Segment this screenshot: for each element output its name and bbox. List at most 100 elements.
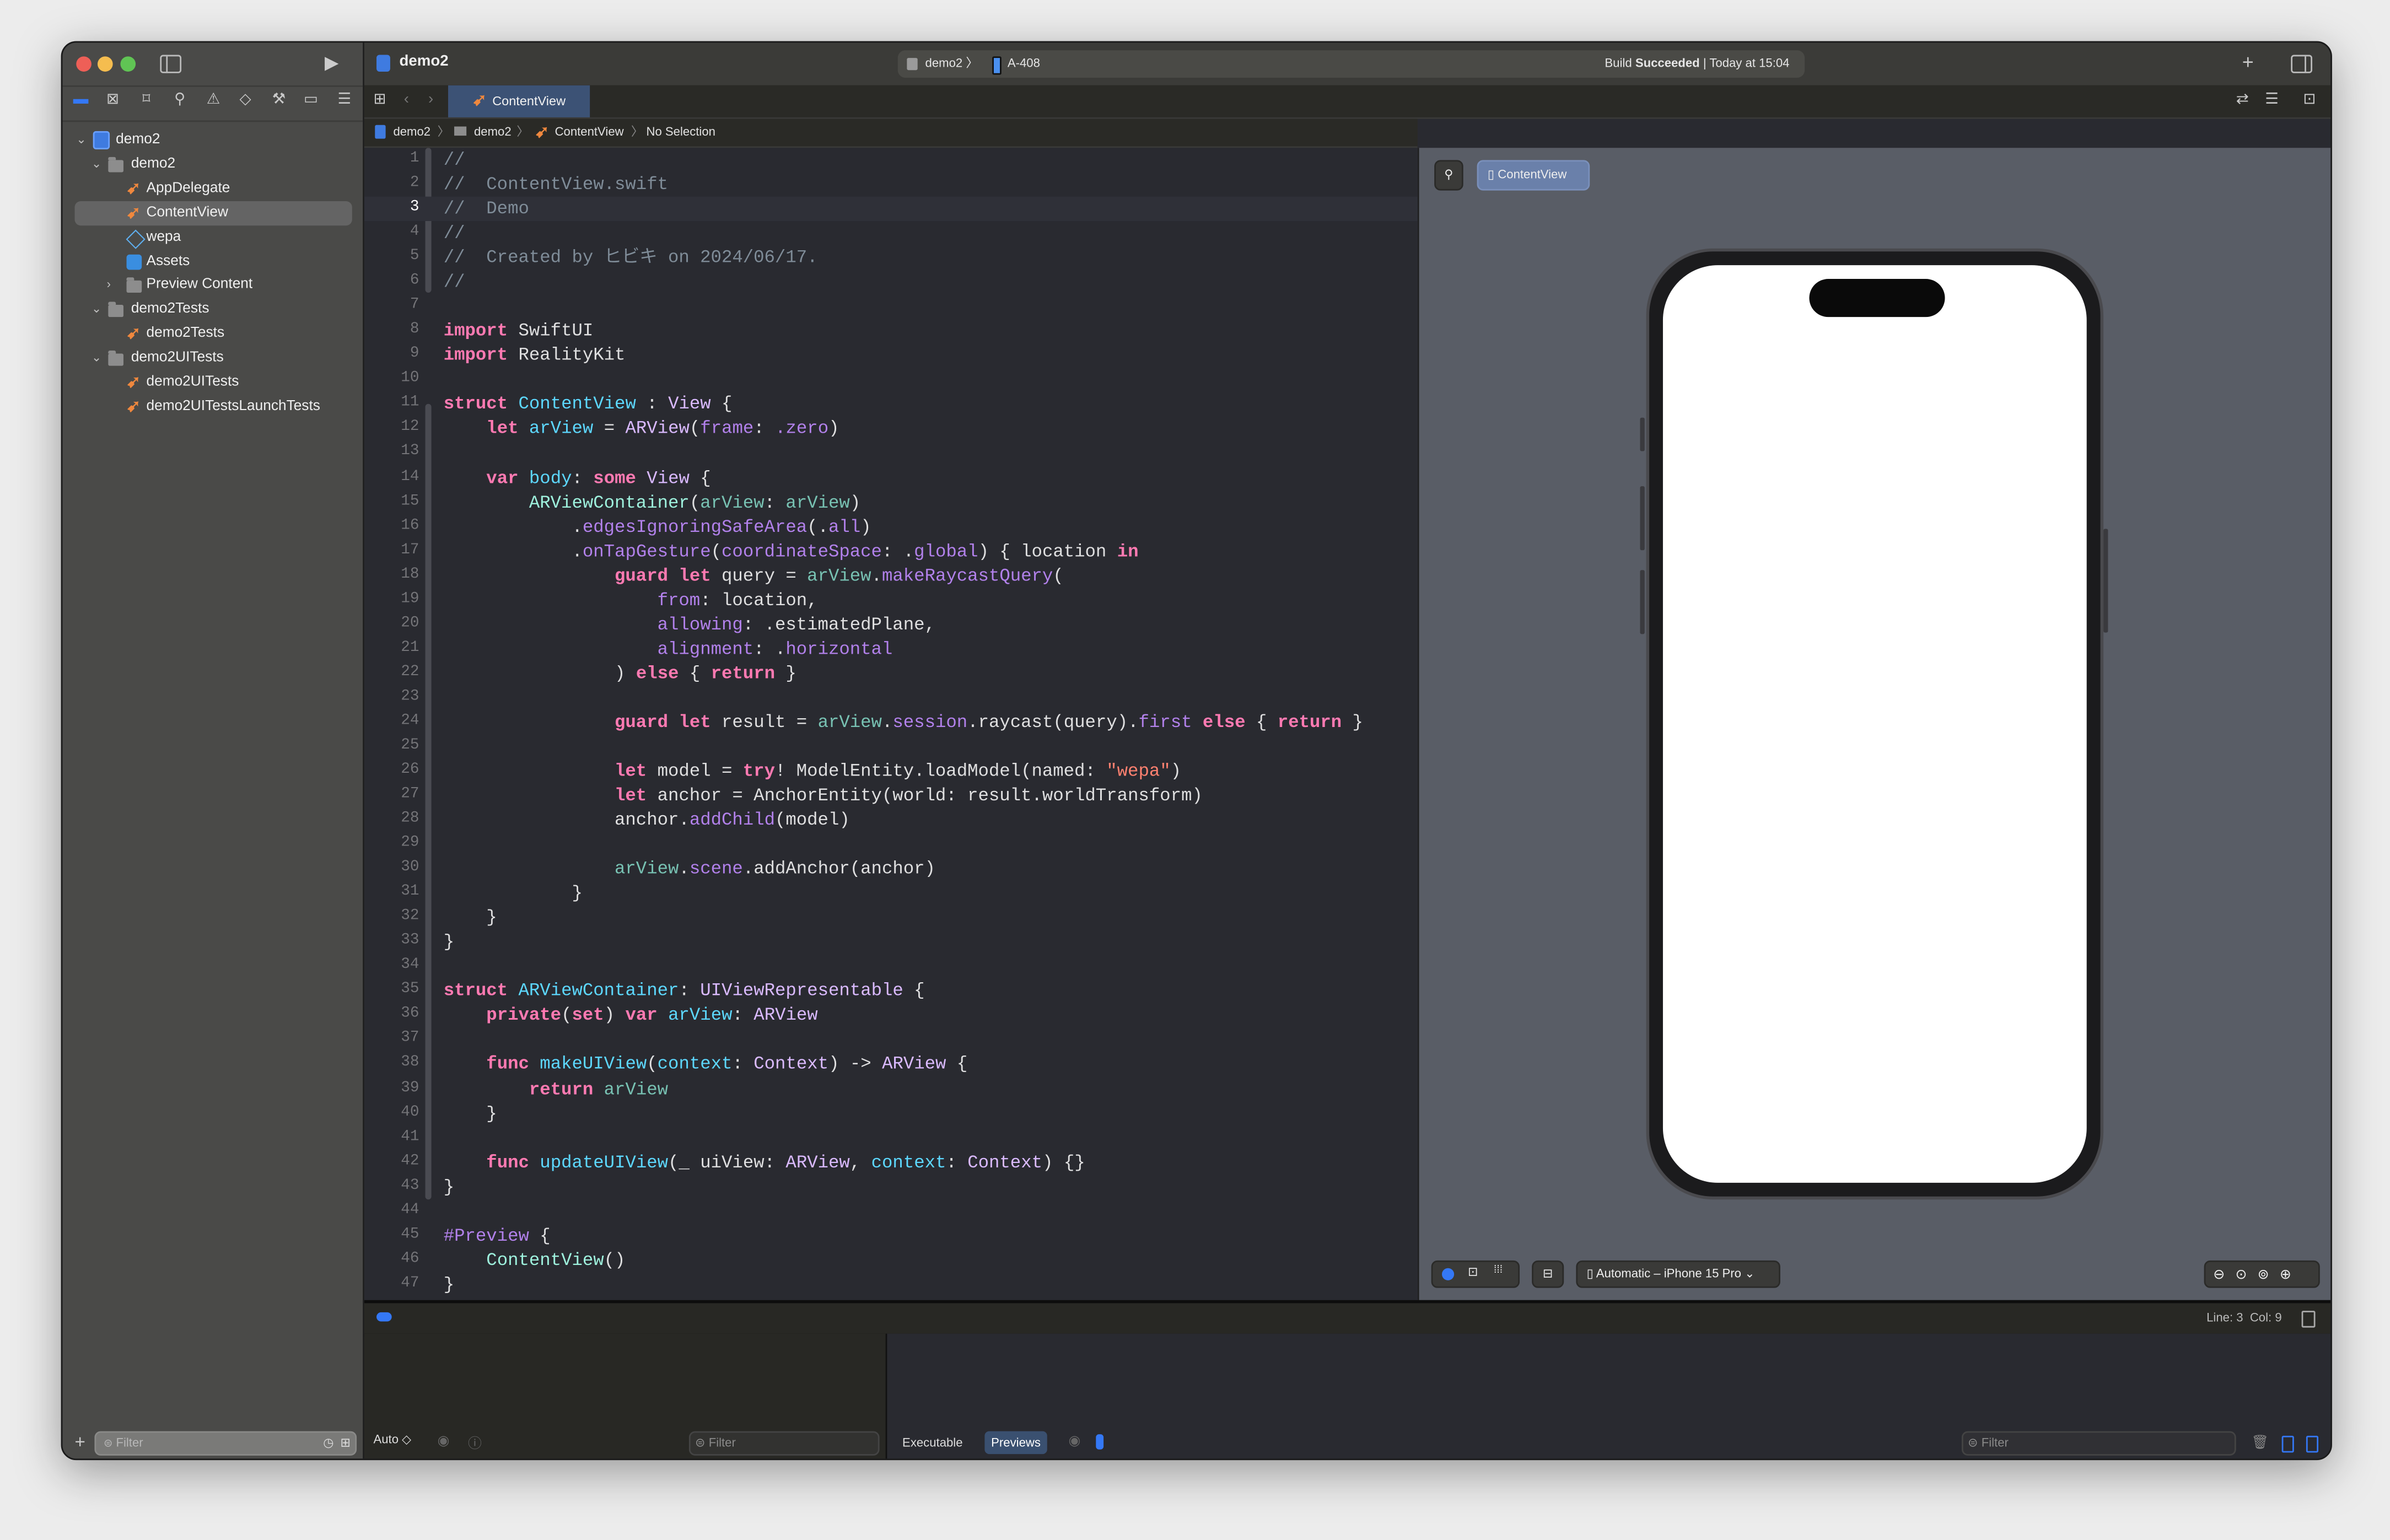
zoom-to-fit-icon[interactable]: ⊚: [2258, 1267, 2280, 1282]
warning-icon[interactable]: ⚠: [204, 91, 223, 110]
code-token: horizontal: [785, 638, 893, 660]
pinned-preview-icon[interactable]: [1096, 1434, 1104, 1450]
report-icon[interactable]: ☰: [335, 91, 353, 110]
editor-tab-bar: ⊞ ‹ › ➹ ContentView ⇄ ☰ ⊡: [364, 85, 2331, 119]
code-token: ): [849, 491, 861, 513]
chevron-down-icon[interactable]: ⌄: [76, 128, 87, 152]
navigator-item[interactable]: Assets: [62, 249, 363, 273]
forward-icon[interactable]: ›: [428, 91, 433, 110]
code-line: 23: [364, 686, 1418, 710]
usdz-icon: [126, 229, 146, 249]
code-token: }: [443, 907, 497, 929]
preview-chip-contentview[interactable]: ▯ ContentView: [1477, 160, 1590, 191]
breadcrumb-item[interactable]: demo2: [474, 119, 512, 147]
code-token: (: [689, 418, 701, 440]
xcode-window: ▶ ▬ ⊠ ⌑ ⚲ ⚠ ◇ ⚒ ▭ ☰ ⌄ demo2 ⌄ demo2 ➹ AppDelegate ➹ Con…: [61, 41, 2332, 1461]
tab-contentview[interactable]: ➹ ContentView: [448, 85, 590, 117]
add-library-icon[interactable]: +: [2242, 52, 2254, 72]
navigator-item[interactable]: ⌄ demo2: [62, 152, 363, 176]
tab-executable[interactable]: Executable: [902, 1436, 962, 1450]
tab-previews[interactable]: Previews: [984, 1431, 1047, 1455]
breadcrumb-item[interactable]: ContentView: [555, 119, 624, 147]
add-editor-icon[interactable]: ⊡: [2303, 91, 2316, 110]
code-line: 29: [364, 832, 1418, 857]
navigator-item[interactable]: ➹ demo2UITests: [62, 370, 363, 395]
debug-area-toggle-icon[interactable]: [2301, 1311, 2316, 1328]
add-icon[interactable]: +: [74, 1433, 85, 1451]
search-icon[interactable]: ⚲: [171, 91, 189, 110]
chevron-down-icon[interactable]: ⌄: [91, 298, 102, 322]
code-token: ARViewContainer: [529, 491, 690, 513]
code-token: .addAnchor(anchor): [742, 858, 935, 880]
inspector-toggle-icon[interactable]: [2291, 55, 2312, 73]
zoom-in-icon[interactable]: ⊕: [2280, 1267, 2302, 1282]
recent-files-icon[interactable]: ◷: [323, 1433, 333, 1454]
chevron-right-icon[interactable]: ›: [107, 273, 111, 298]
scheme-selector[interactable]: demo2 〉: [925, 50, 978, 78]
folder-icon[interactable]: ▬: [72, 91, 90, 110]
test-icon[interactable]: ◇: [236, 91, 255, 110]
variables-mode-selector[interactable]: Auto ◇: [373, 1433, 411, 1446]
console-filter-input[interactable]: ⊜ Filter: [1961, 1431, 2236, 1456]
source-control-filter-icon[interactable]: ⊞: [340, 1433, 351, 1454]
selectable-mode-icon[interactable]: ⊡: [1468, 1265, 1478, 1279]
code-text: allowing: .estimatedPlane,: [444, 612, 935, 637]
pin-preview-button[interactable]: ⚲: [1434, 160, 1463, 191]
navigator-item[interactable]: ⌄ demo2UITests: [62, 346, 363, 370]
sidebar-toggle-icon[interactable]: [160, 55, 182, 73]
minimize-window-button[interactable]: [97, 56, 113, 72]
back-icon[interactable]: ‹: [404, 91, 409, 110]
source-control-icon[interactable]: ⊠: [104, 91, 122, 110]
close-window-button[interactable]: [76, 56, 91, 72]
code-token: : location,: [700, 589, 818, 611]
eye-icon[interactable]: ◉: [438, 1433, 450, 1449]
line-number: 1: [410, 150, 419, 168]
navigator-item[interactable]: › Preview Content: [62, 273, 363, 298]
show-console-icon[interactable]: [2306, 1435, 2319, 1453]
debug-area-indicator[interactable]: [376, 1312, 392, 1322]
console-view: Executable Previews ◉ ⊜ Filter 🗑︎: [887, 1333, 2331, 1459]
variants-grid-icon[interactable]: ⁞⁞⁞: [1494, 1265, 1503, 1275]
editor-options-icon[interactable]: ☰: [2265, 91, 2279, 110]
device-selector[interactable]: ▯ Automatic – iPhone 15 Pro ⌄: [1576, 1260, 1780, 1288]
breakpoint-icon[interactable]: ▭: [302, 91, 320, 110]
navigator-item[interactable]: wepa: [62, 225, 363, 249]
navigator-filter-input[interactable]: ⊜ Filter ◷ ⊞: [94, 1431, 357, 1456]
show-variables-icon[interactable]: [2281, 1435, 2294, 1453]
source-editor[interactable]: 1 // 2 // ContentView.swift 3 // Demo 4 // 5 // C…: [364, 148, 1418, 1300]
zoom-actual-size-icon[interactable]: ⊙: [2235, 1267, 2257, 1282]
chevron-down-icon[interactable]: ⌄: [91, 346, 102, 370]
eye-icon[interactable]: ◉: [1068, 1433, 1080, 1449]
zoom-out-icon[interactable]: ⊖: [2213, 1267, 2235, 1282]
code-review-icon[interactable]: ⇄: [2236, 91, 2249, 110]
bookmark-icon[interactable]: ⌑: [137, 91, 155, 110]
info-icon[interactable]: ⓘ: [468, 1433, 482, 1452]
navigator-item[interactable]: ➹ demo2Tests: [62, 322, 363, 346]
navigator-item[interactable]: ⌄ demo2: [62, 128, 363, 152]
code-line: 31 }: [364, 881, 1418, 906]
variables-filter-input[interactable]: ⊜ Filter: [688, 1431, 880, 1456]
navigator-item[interactable]: ➹ demo2UITestsLaunchTests: [62, 395, 363, 419]
breadcrumb-item[interactable]: No Selection: [646, 119, 715, 147]
trash-icon[interactable]: 🗑︎: [2251, 1434, 2269, 1451]
navigator-item[interactable]: ⌄ demo2Tests: [62, 298, 363, 322]
code-token: context: [657, 1054, 733, 1075]
debug-icon[interactable]: ⚒: [270, 91, 288, 110]
run-button[interactable]: ▶: [325, 53, 339, 72]
breadcrumb-item[interactable]: demo2: [393, 119, 430, 147]
line-number: 18: [401, 566, 419, 584]
code-token: anchor = AnchorEntity(world: result.worl…: [647, 785, 1203, 806]
related-items-grid-icon[interactable]: ⊞: [373, 91, 386, 110]
chevron-down-icon[interactable]: ⌄: [91, 152, 102, 176]
live-preview-icon[interactable]: [1441, 1268, 1455, 1280]
filter-options-icon[interactable]: ⊜: [104, 1439, 112, 1449]
device-settings-button[interactable]: ⊟: [1532, 1260, 1564, 1288]
code-text: .onTapGesture(coordinateSpace: .global) …: [444, 539, 1138, 563]
navigator-item[interactable]: ➹ ContentView: [62, 201, 363, 225]
zoom-window-button[interactable]: [120, 56, 136, 72]
navigator-item[interactable]: ➹ AppDelegate: [62, 176, 363, 201]
preview-screen[interactable]: [1662, 265, 2087, 1183]
run-destination-selector[interactable]: A-408: [1008, 50, 1040, 78]
